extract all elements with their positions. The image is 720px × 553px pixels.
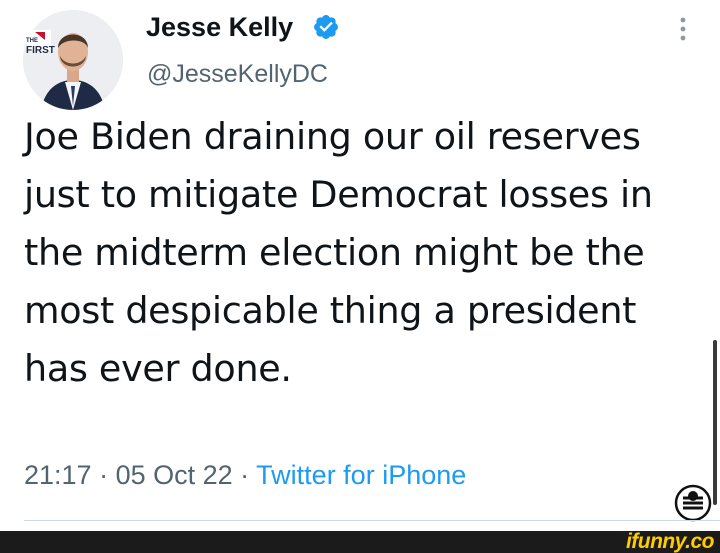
more-options-icon[interactable] bbox=[676, 14, 690, 44]
tweet-text: Joe Biden draining our oil reserves just… bbox=[24, 115, 653, 390]
display-name[interactable]: Jesse Kelly bbox=[146, 12, 293, 43]
user-handle[interactable]: @JesseKellyDC bbox=[147, 60, 328, 89]
tweet-date[interactable]: 05 Oct 22 bbox=[116, 460, 233, 490]
tweet-card: THE FIRST Jesse Kelly @JesseKellyDC Joe … bbox=[0, 0, 720, 553]
watermark-bar bbox=[0, 531, 720, 553]
verified-badge-icon bbox=[314, 15, 338, 39]
avatar-logo-text: THE FIRST bbox=[26, 36, 55, 56]
tweet-metadata: 21:17 · 05 Oct 22 · Twitter for iPhone bbox=[24, 460, 466, 491]
avatar-logo-line2: FIRST bbox=[26, 45, 55, 56]
ifunny-watermark: ifunny.co bbox=[625, 530, 715, 553]
scrollbar[interactable] bbox=[713, 340, 717, 505]
meta-separator: · bbox=[91, 460, 116, 490]
divider bbox=[24, 520, 720, 521]
tweet-time[interactable]: 21:17 bbox=[24, 460, 92, 490]
tweet-source-link[interactable]: Twitter for iPhone bbox=[256, 460, 466, 490]
ifunny-icon bbox=[674, 484, 712, 522]
avatar[interactable] bbox=[23, 10, 123, 110]
meta-separator: · bbox=[232, 460, 257, 490]
